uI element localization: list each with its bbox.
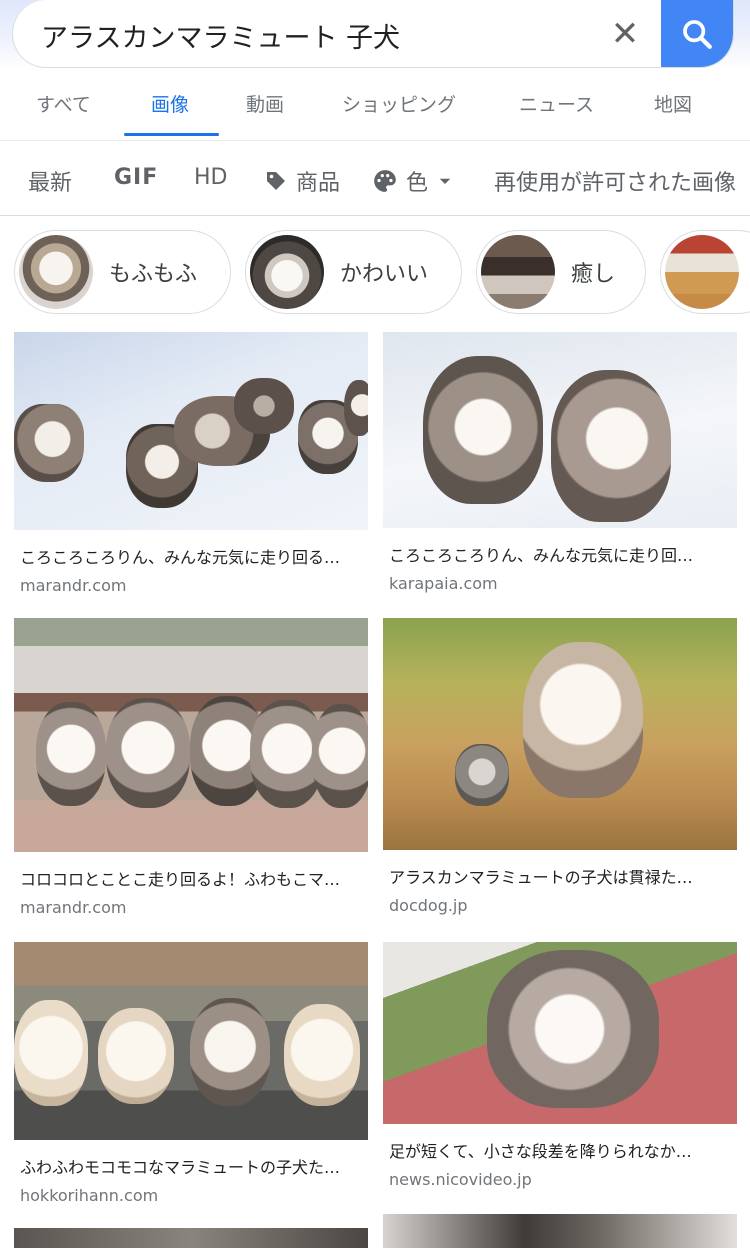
search-icon (683, 20, 712, 49)
result-title[interactable]: ころころころりん、みんな元気に走り回る… (20, 544, 362, 568)
chip-more[interactable] (660, 230, 750, 314)
result-card[interactable]: アラスカンマラミュートの子犬は貫禄た… docdog.jp (383, 618, 737, 915)
result-card[interactable]: ふわふわモコモコなマラミュートの子犬た… hokkorihann.com (14, 942, 368, 1205)
tab-news[interactable]: ニュース (519, 90, 594, 117)
result-title[interactable]: ころころころりん、みんな元気に走り回… (389, 542, 731, 566)
result-image[interactable] (383, 1214, 737, 1248)
tab-maps[interactable]: 地図 (654, 90, 692, 117)
filter-color-label: 色 (406, 171, 429, 196)
search-button[interactable] (661, 0, 733, 67)
puppy-shape (106, 698, 190, 808)
tab-all[interactable]: すべて (36, 90, 91, 117)
result-card[interactable]: ころころころりん、みんな元気に走り回… karapaia.com (383, 332, 737, 593)
chip-thumbnail (665, 235, 739, 309)
result-image[interactable] (383, 942, 737, 1124)
result-image[interactable] (383, 332, 737, 528)
puppy-shape (344, 380, 368, 436)
result-card[interactable]: ころころころりん、みんな元気に走り回る… marandr.com (14, 332, 368, 595)
chip-label: もふもふ (109, 262, 198, 287)
filter-products-label: 商品 (296, 171, 341, 196)
result-card[interactable]: 足が短くて、小さな段差を降りられなか… news.nicovideo.jp (383, 942, 737, 1189)
tag-icon (267, 172, 285, 190)
filter-products[interactable]: 商品 (264, 165, 340, 197)
result-title[interactable]: ふわふわモコモコなマラミュートの子犬た… (20, 1154, 362, 1178)
tab-images[interactable]: 画像 (151, 90, 189, 117)
result-card[interactable] (383, 1214, 737, 1248)
chip-cute[interactable]: かわいい (245, 230, 462, 314)
chip-thumbnail (19, 235, 93, 309)
filter-color[interactable]: 色 (372, 165, 454, 197)
result-source: docdog.jp (389, 896, 468, 915)
chip-label: かわいい (340, 262, 429, 287)
filter-bar: 最新 GIF HD 商品 色 再使用が許可された画像 (0, 140, 750, 216)
chip-thumbnail (481, 235, 555, 309)
result-card[interactable] (14, 1228, 368, 1248)
result-title[interactable]: 足が短くて、小さな段差を降りられなか… (389, 1138, 731, 1162)
result-source: marandr.com (20, 898, 127, 917)
active-tab-indicator (124, 133, 219, 136)
puppy-shape (487, 950, 659, 1108)
tab-videos[interactable]: 動画 (246, 90, 284, 117)
close-icon[interactable]: ✕ (605, 14, 645, 54)
result-image[interactable] (14, 942, 368, 1140)
result-title[interactable]: アラスカンマラミュートの子犬は貫禄た… (389, 864, 731, 888)
puppy-shape (190, 998, 270, 1106)
result-title[interactable]: コロコロとことこ走り回るよ！ふわもこマ… (20, 866, 362, 890)
result-image[interactable] (383, 618, 737, 850)
result-source: news.nicovideo.jp (389, 1170, 532, 1189)
result-image[interactable] (14, 1228, 368, 1248)
related-chips: もふもふ かわいい 癒し (0, 228, 750, 316)
chip-label: 癒し (571, 262, 616, 287)
filter-reusable[interactable]: 再使用が許可された画像 (494, 165, 736, 197)
puppy-shape (234, 378, 294, 434)
result-image[interactable] (14, 618, 368, 852)
palette-icon (374, 170, 396, 192)
result-source: marandr.com (20, 576, 127, 595)
result-image[interactable] (14, 332, 368, 530)
result-source: hokkorihann.com (20, 1186, 159, 1205)
puppy-shape (284, 1004, 360, 1106)
chip-thumbnail (250, 235, 324, 309)
result-card[interactable]: コロコロとことこ走り回るよ！ふわもこマ… marandr.com (14, 618, 368, 917)
filter-hd[interactable]: HD (194, 165, 227, 190)
filter-gif[interactable]: GIF (114, 165, 158, 190)
kitten-shape (455, 744, 509, 806)
filter-latest[interactable]: 最新 (28, 165, 72, 197)
search-tabs: すべて 画像 動画 ショッピング ニュース 地図 (0, 76, 750, 136)
puppy-shape (523, 642, 643, 798)
chip-fluffy[interactable]: もふもふ (14, 230, 231, 314)
search-header: アラスカンマラミュート 子犬 ✕ すべて 画像 動画 ショッピング ニュース 地… (0, 0, 750, 140)
puppy-shape (14, 404, 84, 482)
puppy-shape (98, 1008, 174, 1104)
puppy-shape (312, 704, 368, 808)
caret-down-icon (439, 178, 451, 184)
puppy-shape (551, 370, 671, 522)
puppy-shape (14, 1000, 88, 1106)
puppy-shape (36, 702, 106, 806)
search-input[interactable]: アラスカンマラミュート 子犬 (41, 16, 400, 55)
puppy-shape (423, 356, 543, 504)
search-box[interactable]: アラスカンマラミュート 子犬 ✕ (12, 0, 734, 68)
chip-healing[interactable]: 癒し (476, 230, 646, 314)
tab-shopping[interactable]: ショッピング (342, 90, 456, 117)
result-source: karapaia.com (389, 574, 498, 593)
